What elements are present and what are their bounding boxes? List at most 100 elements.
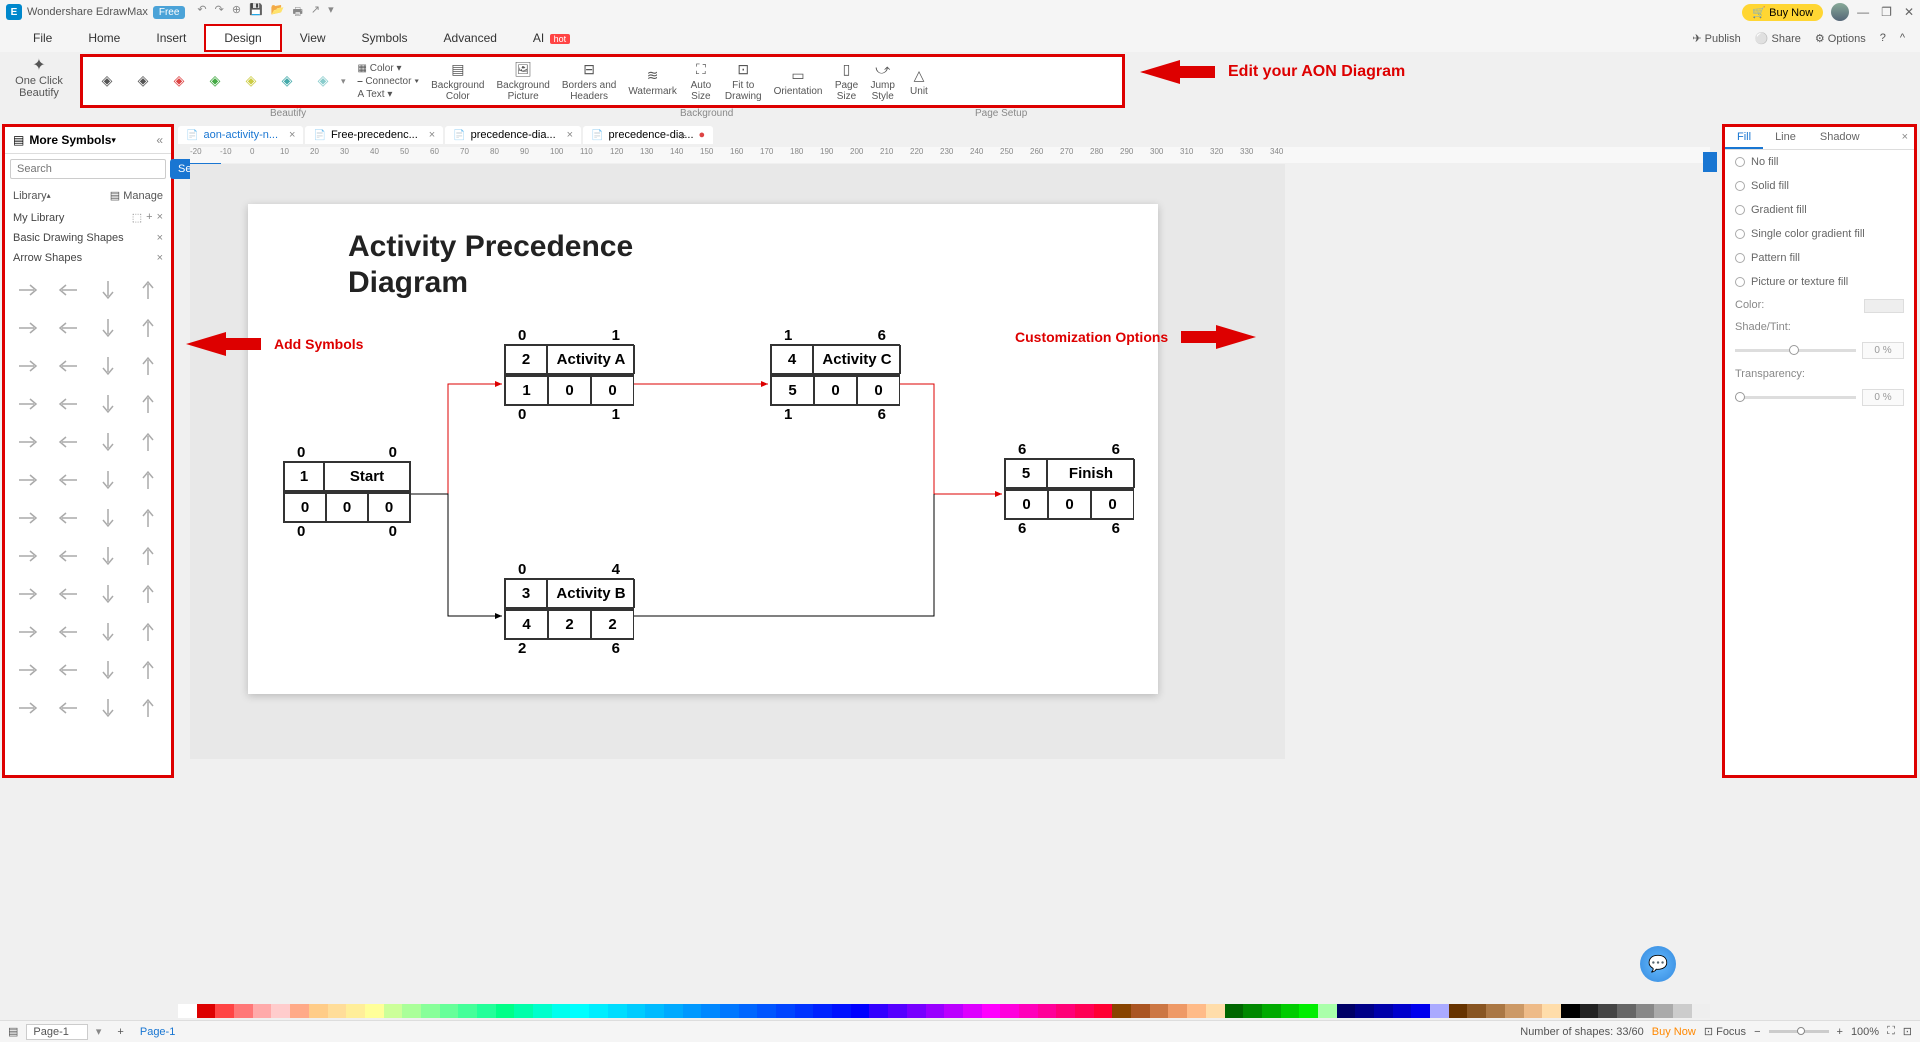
palette-color[interactable] <box>1561 1004 1580 1018</box>
options-button[interactable]: ⚙ Options <box>1815 32 1866 45</box>
redo-icon[interactable]: ↷ <box>215 3 224 22</box>
buy-now-button[interactable]: 🛒 Buy Now <box>1742 4 1823 21</box>
arrow-shape[interactable] <box>89 462 127 498</box>
arrow-shape[interactable] <box>49 652 87 688</box>
collapse-panel-icon[interactable]: « <box>156 133 163 147</box>
palette-color[interactable] <box>1150 1004 1169 1018</box>
arrow-shape[interactable] <box>9 310 47 346</box>
color-swatch[interactable] <box>1864 299 1904 313</box>
palette-color[interactable] <box>290 1004 309 1018</box>
arrow-shape[interactable] <box>9 690 47 726</box>
doc-tab[interactable]: 📄precedence-dia...× <box>445 126 581 144</box>
arrow-shape[interactable] <box>49 690 87 726</box>
print-icon[interactable]: 🖶 <box>292 3 302 22</box>
menu-file[interactable]: File <box>15 26 70 50</box>
watermark[interactable]: ≋Watermark <box>622 66 683 97</box>
arrow-shape[interactable] <box>129 576 167 612</box>
arrow-shape[interactable] <box>49 348 87 384</box>
arrow-shape[interactable] <box>9 538 47 574</box>
qat-more-icon[interactable]: ▾ <box>328 3 334 22</box>
my-library-cat[interactable]: My Library <box>13 212 64 224</box>
add-tab-button[interactable]: + <box>670 124 694 146</box>
arrow-shape[interactable] <box>89 310 127 346</box>
arrow-shape[interactable] <box>49 576 87 612</box>
add-icon[interactable]: + <box>146 211 152 224</box>
arrow-shape[interactable] <box>49 386 87 422</box>
palette-color[interactable] <box>1430 1004 1449 1018</box>
palette-color[interactable] <box>926 1004 945 1018</box>
canvas[interactable]: Activity Precedence Diagram 00 1Start 00… <box>190 164 1285 759</box>
node-activity-c[interactable]: 16 4Activity C 500 16 <box>770 327 900 423</box>
node-start[interactable]: 00 1Start 000 00 <box>283 444 411 540</box>
palette-color[interactable] <box>1636 1004 1655 1018</box>
theme-7[interactable]: ◈ <box>305 71 341 91</box>
palette-color[interactable] <box>1393 1004 1412 1018</box>
menu-insert[interactable]: Insert <box>138 26 204 50</box>
palette-color[interactable] <box>982 1004 1001 1018</box>
page[interactable]: Activity Precedence Diagram 00 1Start 00… <box>248 204 1158 694</box>
palette-color[interactable] <box>944 1004 963 1018</box>
arrow-shape[interactable] <box>89 348 127 384</box>
palette-color[interactable] <box>1262 1004 1281 1018</box>
palette-color[interactable] <box>776 1004 795 1018</box>
palette-color[interactable] <box>589 1004 608 1018</box>
arrow-shape[interactable] <box>49 310 87 346</box>
arrow-shape[interactable] <box>89 272 127 308</box>
add-page-button[interactable]: + <box>109 1026 131 1038</box>
arrow-shape[interactable] <box>129 538 167 574</box>
palette-color[interactable] <box>645 1004 664 1018</box>
palette-color[interactable] <box>1299 1004 1318 1018</box>
palette-color[interactable] <box>215 1004 234 1018</box>
arrow-shape[interactable] <box>49 538 87 574</box>
palette-color[interactable] <box>683 1004 702 1018</box>
arrow-shape[interactable] <box>9 614 47 650</box>
arrow-shape[interactable] <box>129 424 167 460</box>
cat-close-icon[interactable]: × <box>157 211 163 224</box>
palette-color[interactable] <box>832 1004 851 1018</box>
fill-option[interactable]: Single color gradient fill <box>1725 222 1914 246</box>
fill-option[interactable]: Picture or texture fill <box>1725 270 1914 294</box>
save-icon[interactable]: 💾 <box>249 3 263 22</box>
theme-2[interactable]: ◈ <box>125 71 161 91</box>
palette-color[interactable] <box>402 1004 421 1018</box>
palette-color[interactable] <box>197 1004 216 1018</box>
auto-size[interactable]: ⛶Auto Size <box>683 60 719 102</box>
line-tab[interactable]: Line <box>1763 127 1808 149</box>
palette-color[interactable] <box>1131 1004 1150 1018</box>
doc-tab[interactable]: 📄aon-activity-n...× <box>178 126 303 144</box>
palette-color[interactable] <box>1374 1004 1393 1018</box>
arrow-shape[interactable] <box>129 386 167 422</box>
arrow-shape[interactable] <box>9 576 47 612</box>
palette-color[interactable] <box>1467 1004 1486 1018</box>
page-size[interactable]: ▯Page Size <box>829 60 865 102</box>
shadow-tab[interactable]: Shadow <box>1808 127 1872 149</box>
maximize-icon[interactable]: ❐ <box>1881 5 1892 19</box>
collapse-ribbon-icon[interactable]: ^ <box>1900 32 1905 45</box>
arrow-shape[interactable] <box>129 500 167 536</box>
jump-style[interactable]: ⤻Jump Style <box>865 60 901 102</box>
arrow-shape[interactable] <box>129 310 167 346</box>
page-dropdown-icon[interactable]: ▾ <box>96 1025 102 1038</box>
palette-color[interactable] <box>440 1004 459 1018</box>
palette-color[interactable] <box>1187 1004 1206 1018</box>
cat-close-icon[interactable]: × <box>157 232 163 244</box>
palette-color[interactable] <box>421 1004 440 1018</box>
library-label[interactable]: Library <box>13 190 47 202</box>
palette-color[interactable] <box>1654 1004 1673 1018</box>
share-button[interactable]: ⚪ Share <box>1755 32 1801 45</box>
arrow-shape[interactable] <box>9 424 47 460</box>
palette-color[interactable] <box>570 1004 589 1018</box>
page-tab[interactable]: Page-1 <box>140 1026 175 1038</box>
arrow-shape[interactable] <box>89 538 127 574</box>
palette-color[interactable] <box>1598 1004 1617 1018</box>
arrow-shape[interactable] <box>89 500 127 536</box>
palette-color[interactable] <box>1168 1004 1187 1018</box>
palette-color[interactable] <box>328 1004 347 1018</box>
arrow-shape[interactable] <box>129 272 167 308</box>
doc-tab[interactable]: 📄Free-precedenc...× <box>305 126 443 144</box>
theme-5[interactable]: ◈ <box>233 71 269 91</box>
arrow-shape[interactable] <box>129 690 167 726</box>
arrow-shape[interactable] <box>49 500 87 536</box>
palette-color[interactable] <box>384 1004 403 1018</box>
palette-color[interactable] <box>271 1004 290 1018</box>
